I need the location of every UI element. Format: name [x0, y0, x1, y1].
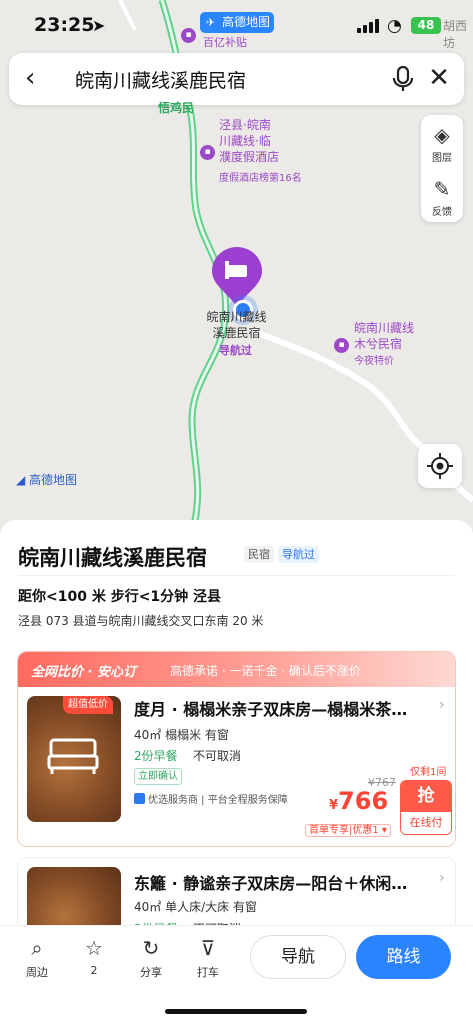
feedback-button[interactable]: ✎ 反馈 [421, 169, 463, 221]
star-icon: ☆ [85, 936, 103, 960]
clock: 23:25 [34, 14, 95, 36]
room-name: 东籬 · 静谧亲子双床房—阳台＋休闲… [134, 874, 408, 893]
route-button[interactable]: 路线 [356, 935, 451, 979]
layers-label: 图层 [432, 153, 452, 164]
value-badge: 超值低价 [63, 696, 113, 714]
poi-guesthouse-label[interactable]: 皖南川藏线 木兮民宿 [354, 320, 414, 352]
layers-icon: ◈ [434, 123, 450, 147]
divider [18, 575, 455, 576]
taxi-icon: ⊽ [200, 936, 216, 960]
battery-icon: 48 [411, 17, 441, 34]
poi-type-tag: 民宿 [244, 546, 274, 563]
hotel-offer-card[interactable]: 全网比价 · 安心订 高德承诺 · 一诺千金 · 确认后不涨价 超值低价 度月 … [17, 651, 456, 847]
home-indicator[interactable] [165, 1009, 307, 1014]
map-logo-text: 高德地图 [29, 473, 78, 487]
price-value: 766 [338, 787, 389, 815]
nearby-label: 周边 [26, 966, 48, 979]
hotel-poi-icon[interactable]: ▪ [200, 145, 215, 160]
poi-guesthouse-line-1: 皖南川藏线 [354, 321, 415, 335]
poi-guesthouse-line-2: 木兮民宿 [354, 337, 403, 351]
locate-button[interactable] [418, 444, 462, 488]
map-corner-label: 胡西坊 [443, 19, 468, 50]
map-view[interactable]: 23:25 ➤ ◔ 48 胡西坊 ✈ 高德地图 ▪ 百亿补贴 ‹ 皖南川藏线溪鹿… [0, 0, 473, 540]
favorite-count: 2 [90, 964, 98, 977]
green-poi-label: 悟鸡民 [158, 101, 195, 115]
online-pay-label: 在线付 [401, 812, 451, 834]
poi-title: 皖南川藏线溪鹿民宿 [18, 546, 207, 570]
service-info: 优选服务商 | 平台全程服务保障 [134, 791, 288, 806]
nearby-button[interactable]: ⌕ 周边 [17, 936, 57, 980]
hotel-poi-icon[interactable]: ▪ [181, 28, 196, 43]
share-label: 分享 [140, 966, 162, 979]
signal-icon [357, 19, 379, 33]
navigate-button[interactable]: 导航 [250, 935, 346, 979]
distance-info: 距你<100 米 步行<1分钟 泾县 [18, 589, 222, 605]
gaode-pill-label: 高德地图 [222, 15, 271, 29]
location-arrow-icon: ➤ [92, 16, 106, 35]
poi-hotel-line-1: 泾县·皖南 [219, 118, 271, 132]
current-price: ¥766 [329, 787, 388, 815]
search-input[interactable]: 皖南川藏线溪鹿民宿 [75, 66, 246, 93]
bed-icon [47, 738, 99, 774]
room-breakfast: 2份早餐 [134, 749, 178, 763]
room-cancel-policy: 不可取消 [193, 749, 242, 763]
rooms-left: 仅剩1间 [410, 767, 447, 778]
map-tools: ◈ 图层 ✎ 反馈 [421, 115, 463, 222]
gaode-top-pill[interactable]: ✈ 高德地图 [200, 12, 274, 33]
chevron-right-icon[interactable]: › [439, 870, 445, 886]
subsidy-label: 百亿补贴 [203, 36, 247, 49]
book-button[interactable]: 抢 在线付 [400, 780, 452, 835]
coupon-tag[interactable]: 首单专享|优惠1 ▾ [305, 821, 391, 837]
back-icon[interactable]: ‹ [25, 65, 51, 93]
room-photo[interactable]: 超值低价 [27, 696, 121, 822]
paper-plane-icon: ✈ [206, 16, 216, 29]
map-logo: ◢ 高德地图 [16, 473, 78, 487]
pin-navigated-label: 导航过 [219, 344, 252, 357]
share-icon: ↻ [142, 936, 160, 960]
service-shield-icon [134, 793, 145, 804]
pin-label-line-2: 溪鹿民宿 [212, 326, 261, 340]
share-button[interactable]: ↻ 分享 [131, 936, 171, 980]
price-symbol: ¥ [329, 798, 339, 813]
hotel-offer-header: 全网比价 · 安心订 高德承诺 · 一诺千金 · 确认后不涨价 [18, 652, 455, 687]
hotel-poi-icon[interactable]: ▪ [334, 338, 349, 353]
bottom-action-bar: ⌕ 周边 ☆ 2 ↻ 分享 ⊽ 打车 导航 路线 [0, 925, 473, 1024]
wifi-icon: ◔ [387, 16, 402, 36]
close-icon[interactable]: ✕ [425, 64, 453, 92]
room-offer[interactable]: 超值低价 度月 · 榻榻米亲子双床房—榻榻米茶… › 40㎡ 榻榻米 有窗 2份… [18, 687, 455, 846]
room-spec: 40㎡ 单人床/大床 有窗 [134, 900, 257, 914]
taxi-label: 打车 [197, 966, 219, 979]
address[interactable]: 泾县 073 县道与皖南川藏线交叉口东南 20 米 [18, 612, 263, 629]
chevron-right-icon[interactable]: › [439, 697, 445, 713]
pencil-icon: ✎ [433, 177, 451, 201]
search-bar[interactable]: ‹ 皖南川藏线溪鹿民宿 ✕ [9, 53, 464, 105]
instant-confirm-badge: 立即确认 [134, 768, 182, 785]
feedback-label: 反馈 [432, 207, 452, 218]
poi-guesthouse-offer: 今夜特价 [354, 356, 394, 367]
poi-hotel-rank: 度假酒店榜第16名 [219, 173, 302, 184]
selected-location-pin[interactable] [212, 247, 262, 309]
poi-hotel-label[interactable]: 泾县·皖南 川藏线·临 濮度假酒店 [219, 117, 279, 165]
poi-hotel-line-2: 川藏线·临 [219, 134, 271, 148]
price-compare-label: 全网比价 · 安心订 [31, 665, 136, 680]
room-name: 度月 · 榻榻米亲子双床房—榻榻米茶… [134, 700, 408, 719]
taxi-button[interactable]: ⊽ 打车 [188, 936, 228, 980]
crosshair-icon [427, 453, 453, 479]
book-button-label: 抢 [401, 781, 451, 812]
poi-navigated-tag: 导航过 [278, 546, 319, 563]
poi-hotel-line-3: 濮度假酒店 [219, 150, 280, 164]
favorite-button[interactable]: ☆ 2 [74, 936, 114, 977]
microphone-icon[interactable] [390, 65, 416, 93]
pin-label: 皖南川藏线 溪鹿民宿 [199, 309, 274, 341]
room-spec: 40㎡ 榻榻米 有窗 [134, 728, 229, 742]
service-text: 优选服务商 | 平台全程服务保障 [148, 795, 288, 806]
coupon-text: 首单专享|优惠1 ▾ [305, 824, 391, 837]
layers-button[interactable]: ◈ 图层 [421, 115, 463, 167]
promise-label: 高德承诺 · 一诺千金 · 确认后不涨价 [170, 664, 361, 678]
search-icon: ⌕ [31, 936, 43, 960]
pin-label-line-1: 皖南川藏线 [206, 310, 267, 324]
